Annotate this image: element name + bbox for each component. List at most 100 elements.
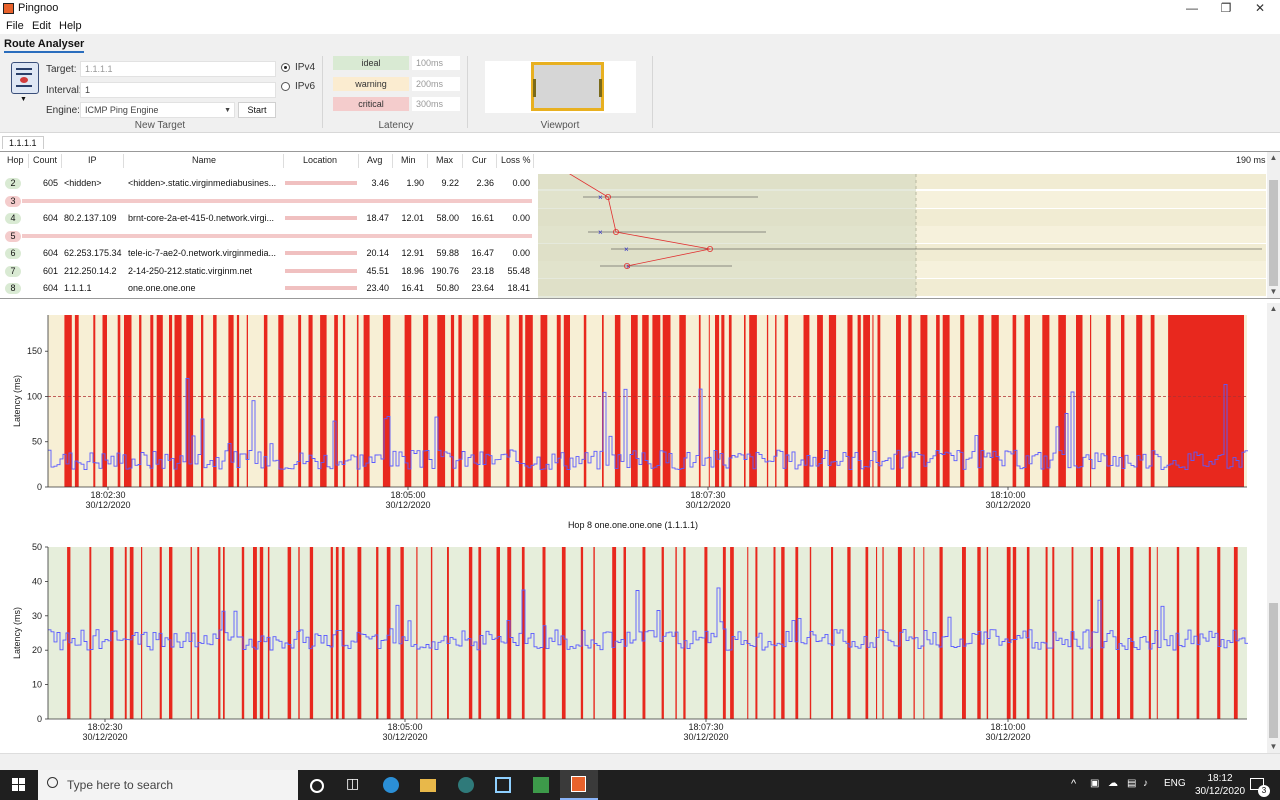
menu-help[interactable]: Help	[59, 20, 82, 32]
warning-level-label[interactable]: warning	[333, 77, 409, 91]
target-input[interactable]: 1.1.1.1	[80, 61, 276, 77]
cell-ip: 1.1.1.1	[64, 283, 92, 293]
show-hidden-icons[interactable]: ^	[1071, 778, 1076, 790]
packet-loss-bar	[450, 315, 455, 487]
table-row[interactable]: 8 604 1.1.1.1 one.one.one.one 23.40 16.41 50.8…	[0, 283, 538, 295]
y-tick-label: 10	[32, 680, 42, 690]
packet-loss-bar	[507, 547, 512, 719]
packet-loss-bar	[298, 547, 300, 719]
taskbar: Type here to search ◫ ^ ▣ ☁ ▤ ♪ ENG 18:1…	[0, 770, 1280, 800]
packet-loss-bar	[863, 315, 870, 487]
packet-loss-bar	[253, 547, 257, 719]
volume-icon[interactable]: ♪	[1143, 778, 1148, 789]
cortana-icon[interactable]	[310, 779, 324, 793]
task-view-icon[interactable]: ◫	[346, 775, 362, 791]
packet-loss-bar	[876, 547, 878, 719]
avg-marker: ×	[624, 245, 629, 254]
packet-loss-bar	[962, 547, 966, 719]
network-icon[interactable]: ▤	[1127, 778, 1136, 789]
latency-chart-all: 050100150Latency (ms)18:02:3030/12/20201…	[12, 315, 1248, 510]
cell-min: 16.41	[401, 283, 424, 293]
scroll-thumb[interactable]	[1269, 180, 1278, 286]
onedrive-icon[interactable]: ☁	[1108, 778, 1118, 789]
taskbar-search[interactable]: Type here to search	[38, 770, 298, 800]
scroll-down-icon[interactable]: ▼	[1267, 286, 1280, 298]
packet-loss-bar	[631, 315, 638, 487]
new-target-icon[interactable]	[11, 62, 39, 94]
critical-level-label[interactable]: critical	[333, 97, 409, 111]
pingnoo-taskbar-button[interactable]	[560, 770, 598, 800]
viewport-preview[interactable]	[485, 61, 636, 113]
table-row[interactable]: 3	[0, 196, 538, 208]
packet-loss-bar	[416, 547, 418, 719]
scroll-up-icon[interactable]: ▲	[1267, 303, 1280, 315]
cell-name: 2-14-250-212.static.virginm.net	[128, 266, 253, 276]
tray-icon-meet[interactable]: ▣	[1090, 778, 1099, 789]
packet-loss-bar	[246, 315, 248, 487]
packet-loss-bar	[267, 547, 270, 719]
dropdown-arrow-icon[interactable]: ▼	[20, 96, 27, 103]
packet-loss-bar	[320, 315, 327, 487]
language-indicator[interactable]: ENG	[1164, 778, 1186, 789]
packet-loss-bar	[872, 315, 874, 487]
edge-browser-icon[interactable]	[383, 777, 399, 793]
menu-edit[interactable]: Edit	[32, 20, 51, 32]
cell-max: 59.88	[436, 248, 459, 258]
table-row[interactable]: 7 601 212.250.14.2 2-14-250-212.static.virg…	[0, 266, 538, 278]
interval-input[interactable]: 1	[80, 82, 276, 98]
cell-avg: 18.47	[366, 213, 389, 223]
scroll-thumb[interactable]	[1269, 603, 1278, 738]
cell-ip: 212.250.14.2	[64, 266, 117, 276]
clock-time[interactable]: 18:12	[1198, 773, 1242, 784]
scroll-up-icon[interactable]: ▲	[1267, 152, 1280, 164]
x-tick-time: 18:05:00	[390, 490, 425, 500]
packet-loss-bar	[942, 315, 950, 487]
warning-level-value[interactable]: 200ms	[412, 77, 460, 91]
packet-loss-bar	[540, 315, 548, 487]
tab-1-1-1-1[interactable]: 1.1.1.1	[2, 136, 44, 149]
ribbon-tab-route-analyser[interactable]: Route Analyser	[4, 38, 85, 53]
viewport-window[interactable]	[531, 62, 604, 111]
table-row[interactable]: 6 604 62.253.175.34 tele-ic-7-ae2-0.network…	[0, 248, 538, 260]
x-tick-time: 18:07:30	[690, 490, 725, 500]
app-icon-3[interactable]	[533, 777, 549, 793]
x-tick-time: 18:05:00	[387, 722, 422, 732]
scroll-down-icon[interactable]: ▼	[1267, 741, 1280, 753]
cell-count: 605	[42, 178, 58, 188]
x-tick-time: 18:10:00	[990, 722, 1025, 732]
mini-chart-scale-label: 190 ms	[1236, 155, 1266, 165]
packet-loss-bar	[1042, 315, 1050, 487]
ipv4-radio[interactable]	[281, 63, 290, 72]
ipv6-radio[interactable]	[281, 82, 290, 91]
cell-name: brnt-core-2a-et-415-0.network.virgi...	[128, 213, 275, 223]
packet-loss-bar	[612, 547, 617, 719]
app-icon-2[interactable]	[495, 777, 511, 793]
x-tick-time: 18:10:00	[990, 490, 1025, 500]
engine-label: Engine:	[46, 105, 80, 116]
packet-loss-bar	[447, 547, 449, 719]
table-row[interactable]: 5	[0, 231, 538, 243]
status-bar	[0, 753, 1280, 771]
packet-loss-bar	[882, 547, 884, 719]
windows-start-icon[interactable]	[12, 778, 26, 792]
ideal-level-label[interactable]: ideal	[333, 56, 409, 70]
file-explorer-icon[interactable]	[420, 779, 436, 792]
cell-avg: 45.51	[366, 266, 389, 276]
menu-file[interactable]: File	[6, 20, 24, 32]
table-row[interactable]: 2 605 <hidden> <hidden>.static.virginmediab…	[0, 178, 538, 190]
app-icon-1[interactable]	[458, 777, 474, 793]
table-row[interactable]: 4 604 80.2.137.109 brnt-core-2a-et-415-0.ne…	[0, 213, 538, 225]
ideal-level-value[interactable]: 100ms	[412, 56, 460, 70]
ipv4-label: IPv4	[295, 62, 316, 73]
critical-level-value[interactable]: 300ms	[412, 97, 460, 111]
minimize-button[interactable]: —	[1176, 0, 1208, 17]
charts-scrollbar[interactable]: ▲ ▼	[1267, 303, 1280, 753]
engine-select[interactable]: ICMP Ping Engine ▼	[80, 102, 235, 118]
restore-button[interactable]: ❐	[1210, 0, 1242, 17]
start-button[interactable]: Start	[238, 102, 276, 118]
x-tick-date: 30/12/2020	[685, 500, 730, 510]
table-scrollbar[interactable]: ▲ ▼	[1267, 152, 1280, 298]
clock-date[interactable]: 30/12/2020	[1192, 786, 1248, 797]
packet-loss-bar	[744, 315, 746, 487]
close-button[interactable]: ✕	[1244, 0, 1276, 17]
